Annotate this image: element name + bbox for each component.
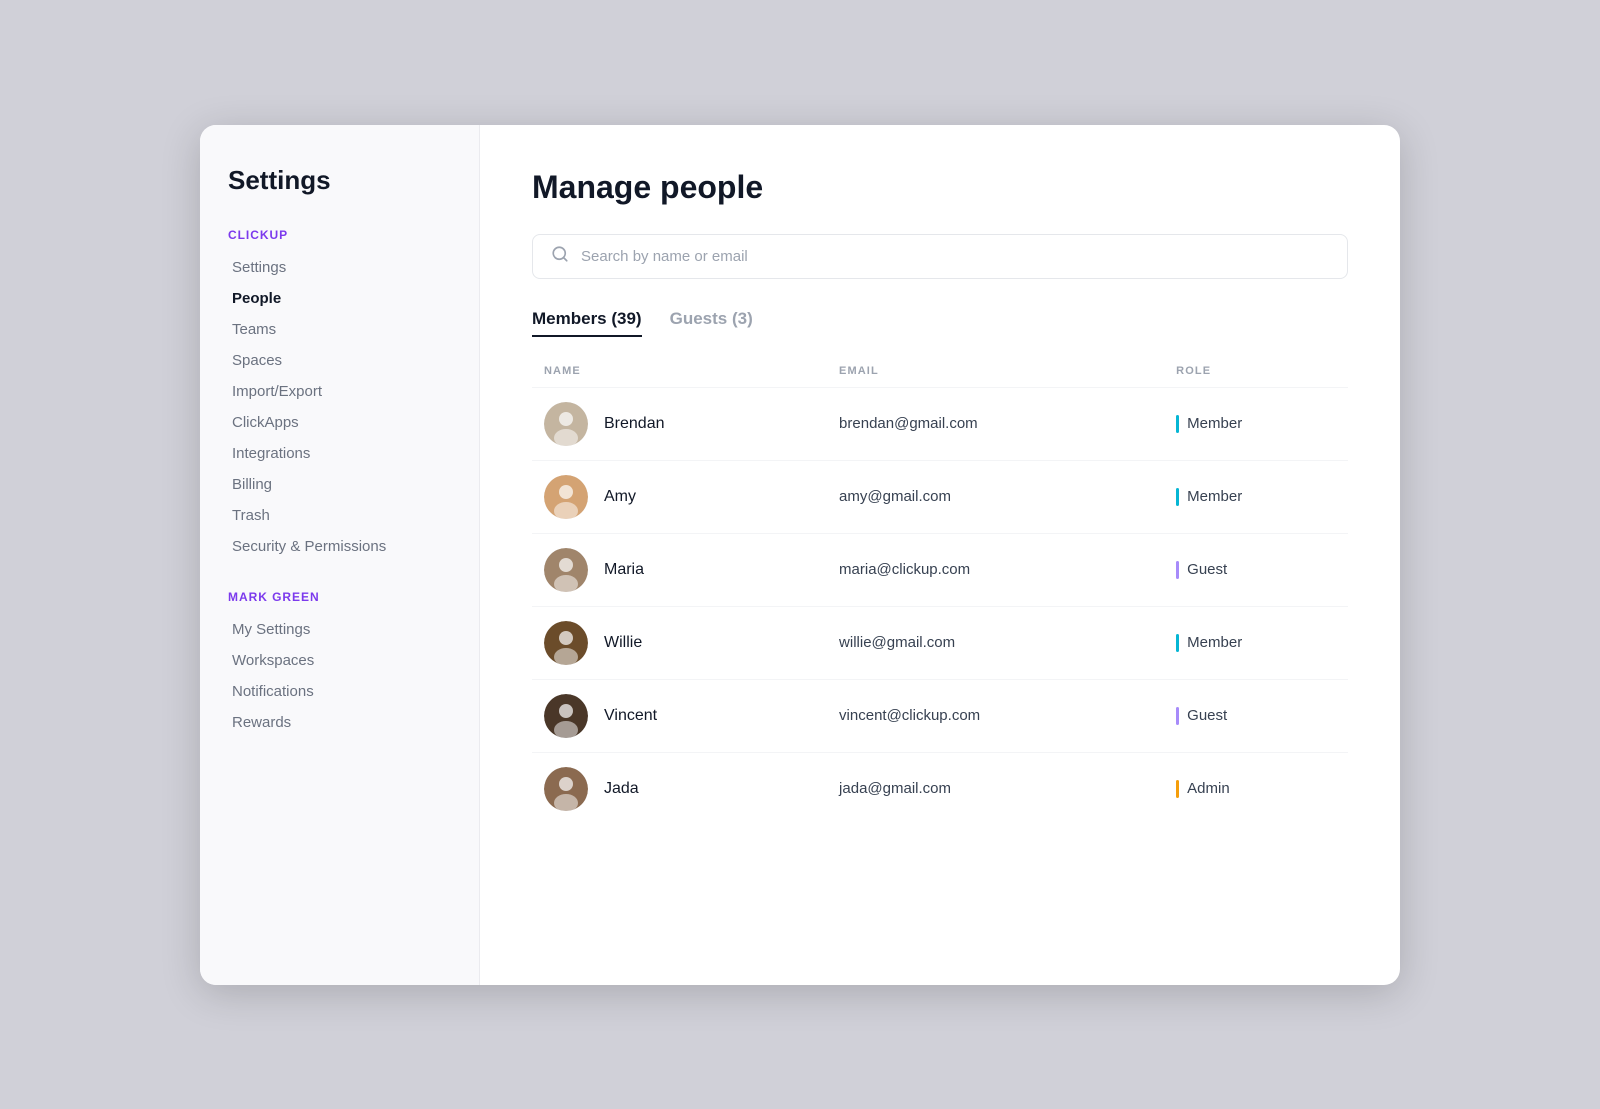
role-bar xyxy=(1176,488,1179,506)
sidebar-item-integrations[interactable]: Integrations xyxy=(228,438,451,469)
name-cell: Maria xyxy=(532,533,827,606)
avatar xyxy=(544,475,588,519)
sidebar-item-security[interactable]: Security & Permissions xyxy=(228,531,451,562)
name-cell: Jada xyxy=(532,752,827,825)
sidebar: Settings CLICKUP SettingsPeopleTeamsSpac… xyxy=(200,125,480,985)
table-row: Brendan brendan@gmail.com Member xyxy=(532,387,1348,460)
table-row: Willie willie@gmail.com Member xyxy=(532,606,1348,679)
email-cell: vincent@clickup.com xyxy=(827,679,1164,752)
name-cell: Brendan xyxy=(532,387,827,460)
search-input[interactable] xyxy=(581,248,1329,265)
role-label: Guest xyxy=(1187,561,1227,578)
avatar xyxy=(544,548,588,592)
tab-members[interactable]: Members (39) xyxy=(532,309,642,337)
role-cell: Guest xyxy=(1164,533,1348,606)
sidebar-item-notifications[interactable]: Notifications xyxy=(228,676,451,707)
role-cell: Admin xyxy=(1164,752,1348,825)
person-name: Willie xyxy=(604,634,642,652)
person-name: Jada xyxy=(604,780,639,798)
role-label: Guest xyxy=(1187,707,1227,724)
email-cell: brendan@gmail.com xyxy=(827,387,1164,460)
sidebar-item-workspaces[interactable]: Workspaces xyxy=(228,645,451,676)
clickup-section-label: CLICKUP xyxy=(228,228,451,242)
role-cell: Member xyxy=(1164,387,1348,460)
role-label: Admin xyxy=(1187,780,1230,797)
role-bar xyxy=(1176,634,1179,652)
sidebar-item-settings[interactable]: Settings xyxy=(228,252,451,283)
role-bar xyxy=(1176,561,1179,579)
name-cell: Vincent xyxy=(532,679,827,752)
role-bar xyxy=(1176,415,1179,433)
table-row: Vincent vincent@clickup.com Guest xyxy=(532,679,1348,752)
table-row: Jada jada@gmail.com Admin xyxy=(532,752,1348,825)
role-bar xyxy=(1176,780,1179,798)
table-row: Maria maria@clickup.com Guest xyxy=(532,533,1348,606)
sidebar-item-clickapps[interactable]: ClickApps xyxy=(228,407,451,438)
role-label: Member xyxy=(1187,634,1242,651)
sidebar-item-spaces[interactable]: Spaces xyxy=(228,345,451,376)
tabs: Members (39) Guests (3) xyxy=(532,309,1348,337)
person-name: Brendan xyxy=(604,415,665,433)
col-name: NAME xyxy=(532,357,827,388)
avatar xyxy=(544,402,588,446)
tab-guests[interactable]: Guests (3) xyxy=(670,309,753,337)
sidebar-item-people[interactable]: People xyxy=(228,283,451,314)
col-role: ROLE xyxy=(1164,357,1348,388)
sidebar-item-billing[interactable]: Billing xyxy=(228,469,451,500)
person-name: Vincent xyxy=(604,707,657,725)
sidebar-item-import-export[interactable]: Import/Export xyxy=(228,376,451,407)
search-bar xyxy=(532,234,1348,279)
name-cell: Amy xyxy=(532,460,827,533)
sidebar-item-rewards[interactable]: Rewards xyxy=(228,707,451,738)
mark-section-label: MARK GREEN xyxy=(228,590,451,604)
name-cell: Willie xyxy=(532,606,827,679)
email-cell: willie@gmail.com xyxy=(827,606,1164,679)
sidebar-item-my-settings[interactable]: My Settings xyxy=(228,614,451,645)
people-table: NAMEEMAILROLE Brendan brendan@gmail.com Me… xyxy=(532,357,1348,825)
role-label: Member xyxy=(1187,488,1242,505)
email-cell: maria@clickup.com xyxy=(827,533,1164,606)
table-header: NAMEEMAILROLE xyxy=(532,357,1348,388)
table-body: Brendan brendan@gmail.com Member Amy amy@gm… xyxy=(532,387,1348,825)
page-title: Manage people xyxy=(532,169,1348,206)
clickup-nav: SettingsPeopleTeamsSpacesImport/ExportCl… xyxy=(228,252,451,562)
email-cell: jada@gmail.com xyxy=(827,752,1164,825)
sidebar-item-trash[interactable]: Trash xyxy=(228,500,451,531)
main-content: Manage people Members (39) Guests (3) NAM… xyxy=(480,125,1400,985)
role-label: Member xyxy=(1187,415,1242,432)
table-row: Amy amy@gmail.com Member xyxy=(532,460,1348,533)
search-icon xyxy=(551,245,569,268)
email-cell: amy@gmail.com xyxy=(827,460,1164,533)
sidebar-title: Settings xyxy=(228,165,451,196)
avatar xyxy=(544,621,588,665)
role-cell: Member xyxy=(1164,460,1348,533)
person-name: Amy xyxy=(604,488,636,506)
role-cell: Member xyxy=(1164,606,1348,679)
col-email: EMAIL xyxy=(827,357,1164,388)
avatar xyxy=(544,694,588,738)
mark-nav: My SettingsWorkspacesNotificationsReward… xyxy=(228,614,451,738)
avatar xyxy=(544,767,588,811)
sidebar-item-teams[interactable]: Teams xyxy=(228,314,451,345)
role-bar xyxy=(1176,707,1179,725)
person-name: Maria xyxy=(604,561,644,579)
role-cell: Guest xyxy=(1164,679,1348,752)
settings-window: Settings CLICKUP SettingsPeopleTeamsSpac… xyxy=(200,125,1400,985)
